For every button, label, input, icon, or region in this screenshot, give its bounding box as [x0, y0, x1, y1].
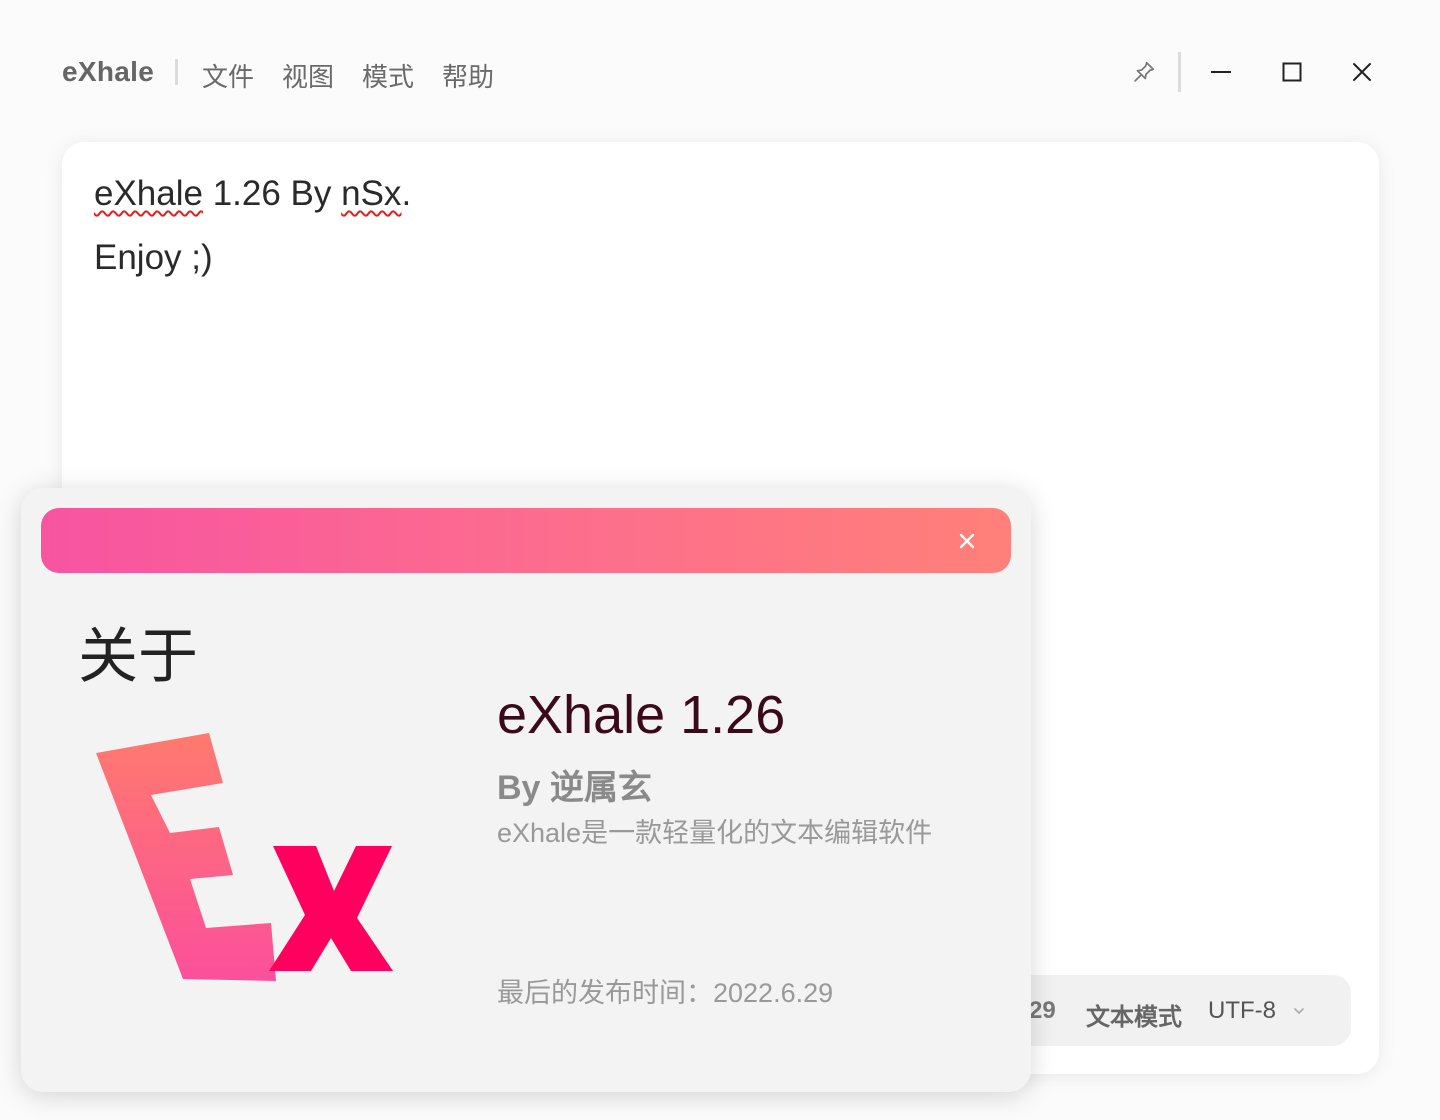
pin-icon [1134, 61, 1155, 82]
menu-help[interactable]: 帮助 [442, 57, 494, 94]
dialog-title: 关于 [78, 623, 198, 690]
status-bar: 29 文本模式 UTF-8 [1000, 975, 1351, 1046]
chevron-down-icon [1294, 1008, 1304, 1014]
editor-text: . [401, 174, 412, 213]
editor-line-2[interactable]: Enjoy ;) [94, 238, 213, 278]
app-name: eXhale [62, 56, 155, 87]
release-date: 最后的发布时间：2022.6.29 [497, 978, 834, 1008]
menu-file[interactable]: 文件 [202, 57, 254, 94]
spell-error-word[interactable]: eXhale [94, 174, 203, 213]
title-divider [175, 59, 178, 85]
editor-line-1[interactable]: eXhale 1.26 By nSx. [94, 174, 411, 214]
status-line-count: 29 [1029, 997, 1056, 1024]
encoding-dropdown-button[interactable] [1292, 997, 1306, 1025]
close-icon [959, 533, 975, 549]
close-window-button[interactable] [1340, 48, 1384, 96]
title-bar: eXhale 文件 视图 模式 帮助 [0, 0, 1440, 140]
pin-button[interactable] [1122, 48, 1166, 96]
spell-error-word[interactable]: nSx [341, 174, 401, 213]
status-mode[interactable]: 文本模式 [1086, 997, 1182, 1032]
editor-text: 1.26 By [202, 174, 342, 213]
app-description: eXhale是一款轻量化的文本编辑软件 [497, 818, 933, 848]
minimize-button[interactable] [1199, 48, 1243, 96]
maximize-button[interactable] [1270, 48, 1314, 96]
dialog-close-button[interactable] [953, 527, 981, 555]
app-author: By 逆属玄 [497, 769, 652, 807]
about-dialog: 关于 eXhale 1.26 By 逆属玄 eXhale是一款轻量化的文本编辑软… [21, 488, 1031, 1092]
status-encoding[interactable]: UTF-8 [1208, 997, 1276, 1025]
app-version: eXhale 1.26 [497, 685, 786, 745]
exhale-logo [96, 733, 393, 981]
window-controls-divider [1178, 52, 1181, 92]
close-icon [1353, 63, 1371, 81]
maximize-icon [1282, 62, 1302, 82]
dialog-header [41, 508, 1011, 573]
menu-view[interactable]: 视图 [282, 57, 334, 94]
menu-mode[interactable]: 模式 [362, 57, 414, 94]
minimize-icon [1211, 71, 1231, 73]
